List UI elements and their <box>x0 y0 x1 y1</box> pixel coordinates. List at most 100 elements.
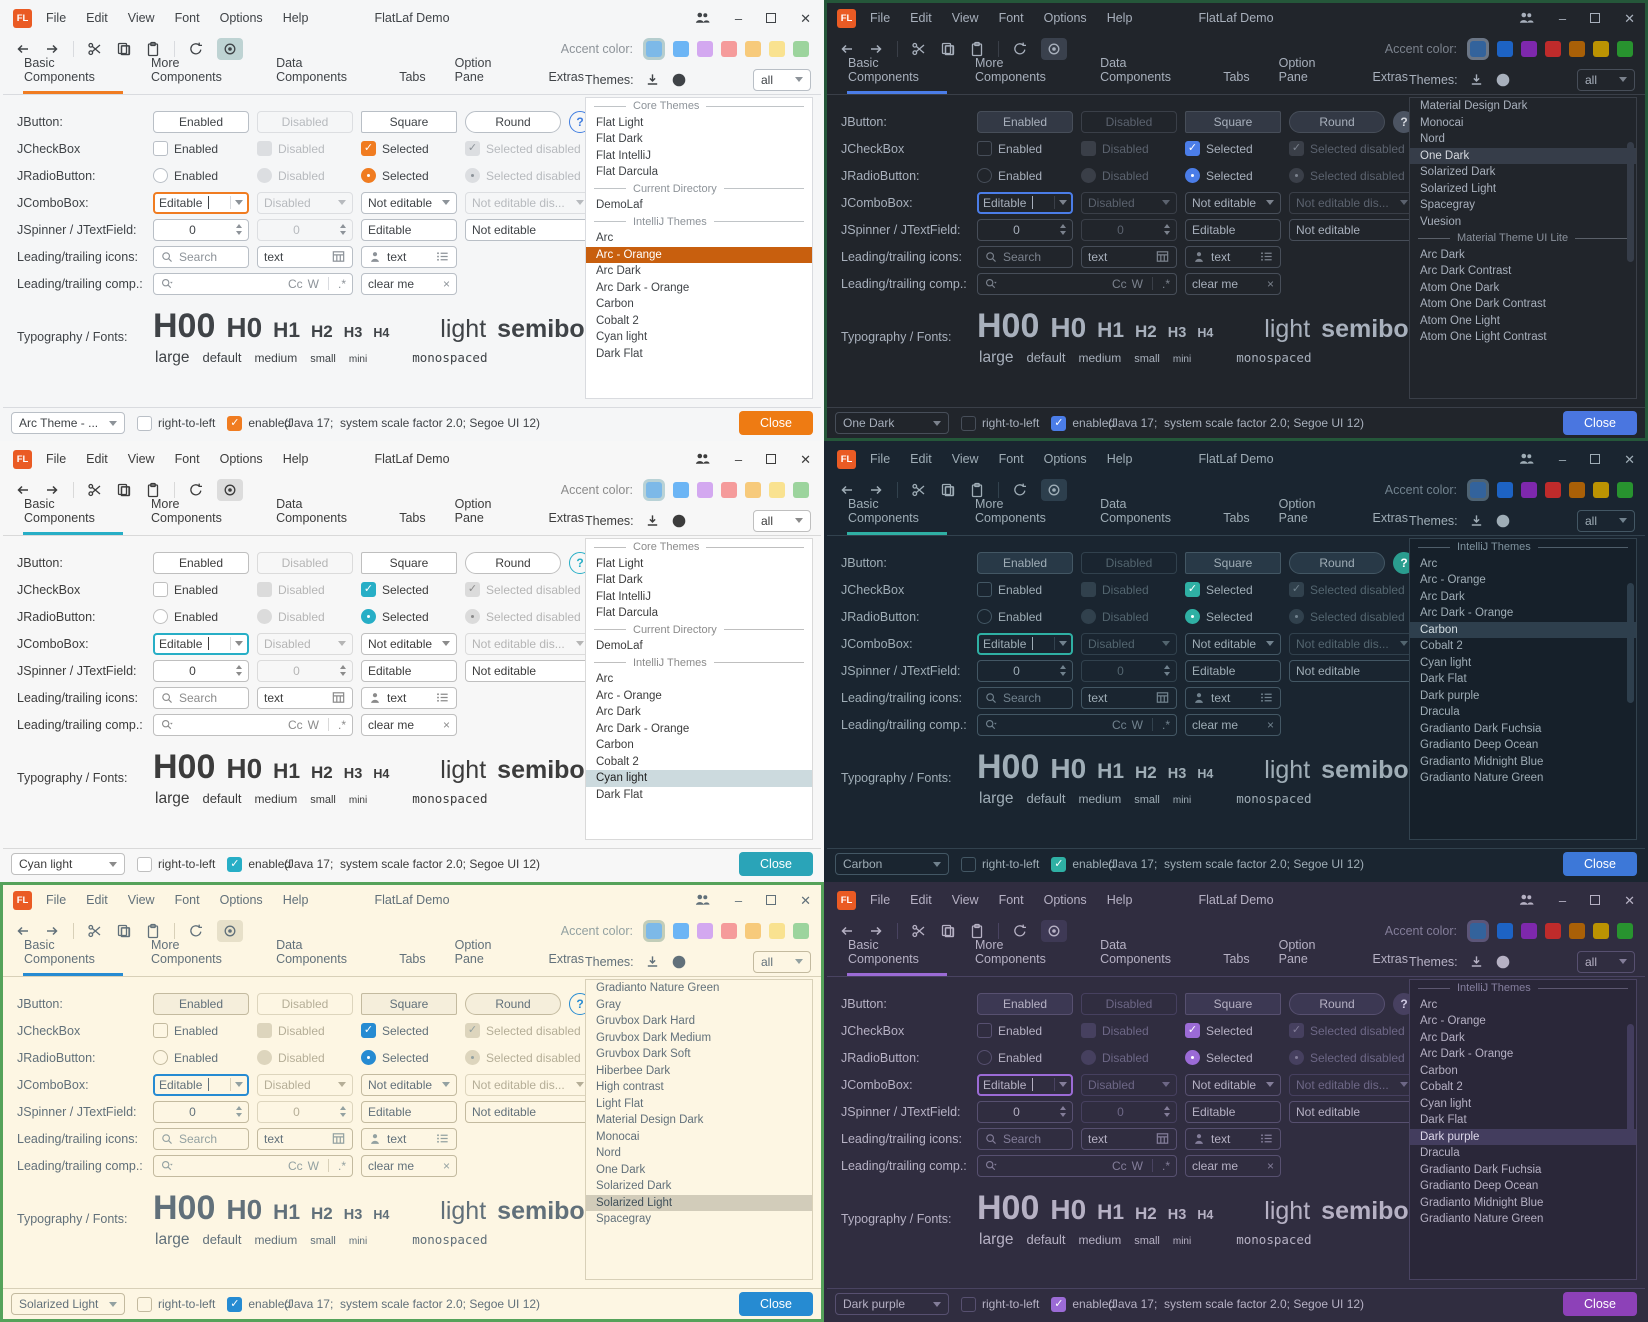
theme-list-item[interactable]: Atom One Dark Contrast <box>1410 296 1636 313</box>
theme-list-item[interactable]: DemoLaf <box>586 197 812 214</box>
accent-swatch[interactable] <box>1617 482 1633 498</box>
github-icon[interactable] <box>671 72 687 88</box>
tab-extras[interactable]: Extras <box>1372 70 1409 94</box>
text-field-table[interactable]: text <box>1081 246 1177 268</box>
paste-icon[interactable] <box>969 41 985 57</box>
forward-icon[interactable] <box>868 923 884 939</box>
theme-list-item[interactable]: Arc Dark - Orange <box>1410 1046 1636 1063</box>
search-dropdown-icon[interactable] <box>984 1159 998 1173</box>
theme-list-item[interactable]: Gray <box>586 997 812 1014</box>
menu-options[interactable]: Options <box>220 452 263 466</box>
text-field-user-list[interactable]: text <box>1185 1128 1281 1150</box>
accent-swatch[interactable] <box>745 923 761 939</box>
text-field-table[interactable]: text <box>257 246 353 268</box>
accent-swatch[interactable] <box>1545 41 1561 57</box>
theme-list-item[interactable]: Cyan light <box>1410 1096 1636 1113</box>
tab-basic-components[interactable]: Basic Components <box>847 497 947 535</box>
accent-swatch[interactable] <box>1497 482 1513 498</box>
editable-textfield[interactable]: Editable <box>361 1101 457 1123</box>
theme-list-item[interactable]: Dark Flat <box>1410 671 1636 688</box>
theme-list-item[interactable]: Gruvbox Dark Medium <box>586 1030 812 1047</box>
minimize-button[interactable]: – <box>735 12 742 25</box>
theme-list-item[interactable]: Nord <box>1410 131 1636 148</box>
theme-list-item[interactable]: Arc Dark <box>1410 247 1636 264</box>
list-icon[interactable] <box>1259 690 1274 705</box>
tab-data-components[interactable]: Data Components <box>275 497 371 535</box>
scrollbar-thumb[interactable] <box>1627 1024 1634 1144</box>
tab-option-pane[interactable]: Option Pane <box>454 938 521 976</box>
radio-selected[interactable] <box>1185 168 1200 183</box>
tab-option-pane[interactable]: Option Pane <box>1278 56 1345 94</box>
theme-list-item[interactable]: Spacegray <box>1410 197 1636 214</box>
theme-list-item[interactable]: Cyan light <box>586 329 812 346</box>
checkbox-enabled[interactable] <box>977 141 992 156</box>
forward-icon[interactable] <box>44 41 60 57</box>
match-case-toggle[interactable]: Cc <box>1112 718 1127 732</box>
theme-list-item[interactable]: Dark Flat <box>586 346 812 363</box>
table-icon[interactable] <box>331 690 346 705</box>
theme-list-item[interactable]: Monocai <box>586 1129 812 1146</box>
menu-options[interactable]: Options <box>1044 452 1087 466</box>
editable-combobox[interactable]: Editable <box>153 1074 249 1096</box>
theme-list-item[interactable]: Material Design Dark <box>586 1112 812 1129</box>
minimize-button[interactable]: – <box>1559 894 1566 907</box>
list-icon[interactable] <box>435 249 450 264</box>
tab-more-components[interactable]: More Components <box>974 497 1072 535</box>
whole-words-toggle[interactable]: W <box>1132 1159 1143 1173</box>
regex-toggle[interactable]: .* <box>1162 718 1170 732</box>
search-dropdown-icon[interactable] <box>160 718 174 732</box>
theme-list-item[interactable]: Solarized Light <box>1410 181 1636 198</box>
menu-font[interactable]: Font <box>999 893 1024 907</box>
accent-swatch[interactable] <box>745 41 761 57</box>
text-field-table[interactable]: text <box>257 1128 353 1150</box>
checkbox-enabled[interactable] <box>977 1023 992 1038</box>
chevron-down-icon[interactable] <box>442 200 450 205</box>
theme-list-item[interactable]: Flat Dark <box>586 131 812 148</box>
close-window-button[interactable]: ✕ <box>800 453 811 466</box>
theme-list-item[interactable]: Dracula <box>1410 1145 1636 1162</box>
editable-textfield[interactable]: Editable <box>361 660 457 682</box>
not-editable-combobox[interactable]: Not editable <box>1185 1074 1281 1096</box>
spinner-buttons[interactable] <box>1060 665 1066 676</box>
close-button[interactable]: Close <box>1563 852 1637 876</box>
theme-list-item[interactable]: Gradianto Nature Green <box>1410 1211 1636 1228</box>
chevron-down-icon[interactable] <box>235 1082 243 1087</box>
tab-more-components[interactable]: More Components <box>150 938 248 976</box>
themes-filter-combobox[interactable]: all <box>1577 69 1635 91</box>
menu-edit[interactable]: Edit <box>86 893 108 907</box>
right-to-left-checkbox[interactable]: right-to-left <box>961 1297 1039 1312</box>
round-button[interactable]: Round <box>465 993 561 1015</box>
close-button[interactable]: Close <box>739 1292 813 1316</box>
theme-list-item[interactable]: Nord <box>586 1145 812 1162</box>
themes-filter-combobox[interactable]: all <box>753 510 811 532</box>
enabled-button[interactable]: Enabled <box>153 111 249 133</box>
users-icon[interactable] <box>694 892 711 908</box>
close-window-button[interactable]: ✕ <box>1624 12 1635 25</box>
theme-list-item[interactable]: Dark Flat <box>1410 1112 1636 1129</box>
theme-list-item[interactable]: Atom One Light Contrast <box>1410 329 1636 346</box>
theme-list-item[interactable]: Cobalt 2 <box>586 754 812 771</box>
theme-list-item[interactable]: Flat IntelliJ <box>586 589 812 606</box>
radio-enabled[interactable] <box>977 168 992 183</box>
github-icon[interactable] <box>1495 513 1511 529</box>
radio-enabled[interactable] <box>153 1050 168 1065</box>
theme-list-item[interactable]: One Dark <box>586 1162 812 1179</box>
theme-list-item[interactable]: Arc - Orange <box>586 247 812 264</box>
enabled-checkbox[interactable]: ✓enabled <box>227 857 291 872</box>
menu-edit[interactable]: Edit <box>910 452 932 466</box>
match-case-toggle[interactable]: Cc <box>1112 277 1127 291</box>
text-field-table[interactable]: text <box>257 687 353 709</box>
copy-icon[interactable] <box>940 923 956 939</box>
spinner-buttons[interactable] <box>236 1106 242 1117</box>
search-input[interactable]: Search <box>977 1128 1073 1150</box>
checkbox-selected[interactable]: ✓ <box>1185 141 1200 156</box>
spinner[interactable]: 0 <box>153 219 249 241</box>
minimize-button[interactable]: – <box>735 453 742 466</box>
theme-list-item[interactable]: Arc Dark <box>1410 589 1636 606</box>
theme-list-item[interactable]: Spacegray <box>586 1211 812 1228</box>
paste-icon[interactable] <box>145 41 161 57</box>
tab-tabs[interactable]: Tabs <box>398 511 426 535</box>
forward-icon[interactable] <box>868 482 884 498</box>
scrollbar-thumb[interactable] <box>1627 583 1634 703</box>
back-icon[interactable] <box>839 923 855 939</box>
